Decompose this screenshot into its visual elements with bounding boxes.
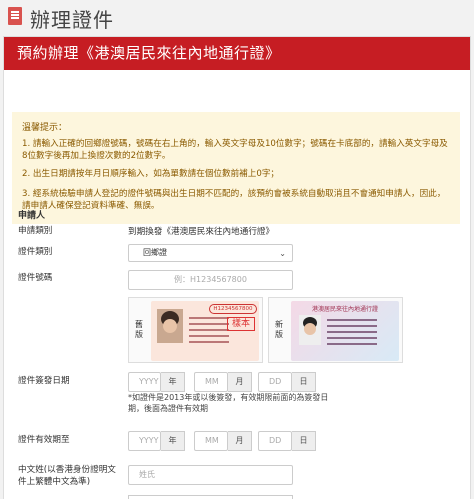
doc-number-label: 證件號碼 xyxy=(18,273,53,283)
issue-month-unit: 月 xyxy=(228,372,252,392)
expiry-month-input[interactable]: MM xyxy=(194,431,228,451)
new-card-title: 港澳居民來往內地通行證 xyxy=(311,306,378,313)
notice-title: 溫馨提示： xyxy=(22,123,68,133)
chinese-surname-placeholder: 姓氏 xyxy=(139,470,155,479)
doc-type-value: 回鄉證 xyxy=(143,248,167,257)
top-header: 辦理證件 xyxy=(0,0,474,34)
next-input-partial xyxy=(128,495,293,499)
expiry-year-unit: 年 xyxy=(161,431,185,451)
expiry-month-placeholder: MM xyxy=(205,436,219,445)
chinese-surname-input[interactable]: 姓氏 xyxy=(128,465,293,485)
sample-stamp: 樣本 xyxy=(227,317,255,331)
old-version-label: 舊版 xyxy=(135,320,143,339)
new-portrait-face xyxy=(304,323,316,335)
issue-day-input[interactable]: DD xyxy=(258,372,292,392)
apply-type-label: 申請類別 xyxy=(18,226,53,236)
issue-day-unit: 日 xyxy=(292,372,316,392)
old-card-text-lines xyxy=(189,317,229,319)
issue-year-input[interactable]: YYYY xyxy=(128,372,161,392)
applicant-section-title: 申請人 xyxy=(18,211,46,221)
new-card-sample: 新版 港澳居民來往內地通行證 xyxy=(268,297,403,363)
doc-number-input[interactable]: 例：H1234567800 xyxy=(128,270,293,290)
notice-item-1: 1. 請輸入正確的回鄉證號碼，號碼在右上角的，輸入英文字母及10位數字；號碼在卡… xyxy=(22,139,448,161)
issue-month-placeholder: MM xyxy=(205,377,219,386)
expiry-day-unit: 日 xyxy=(292,431,316,451)
portrait-face xyxy=(163,319,177,333)
expiry-month-unit: 月 xyxy=(228,431,252,451)
expiry-year-input[interactable]: YYYY xyxy=(128,431,161,451)
new-card-text-lines xyxy=(327,319,377,321)
new-version-label: 新版 xyxy=(275,320,283,339)
issue-month-input[interactable]: MM xyxy=(194,372,228,392)
old-card-number-highlight: H1234567800 xyxy=(209,304,257,314)
expiry-day-placeholder: DD xyxy=(269,436,282,445)
issue-date-hint: *如證件是2013年或以後簽發，有效期限前面的為簽發日期，後面為證件有效期 xyxy=(128,393,329,413)
chevron-down-icon: ⌄ xyxy=(279,249,286,258)
issue-day-placeholder: DD xyxy=(269,377,282,386)
expiry-year-placeholder: YYYY xyxy=(139,436,159,445)
issue-year-unit: 年 xyxy=(161,372,185,392)
page-title: 辦理證件 xyxy=(30,8,114,32)
expiry-date-label: 證件有效期至 xyxy=(18,435,70,445)
new-card-image: 港澳居民來往內地通行證 xyxy=(291,301,399,361)
old-card-image: H1234567800 樣本 xyxy=(151,301,259,361)
old-card-sample: 舊版 H1234567800 樣本 xyxy=(128,297,263,363)
appointment-panel: 預約辦理《港澳居民來往內地通行證》 xyxy=(3,36,471,499)
notice-item-2: 2. 出生日期請按年月日順序輸入，如為單數請在個位數前補上0字； xyxy=(22,169,280,179)
expiry-day-input[interactable]: DD xyxy=(258,431,292,451)
notice-item-3: 3. 經系統檢驗申請人登記的證件號碼與出生日期不匹配的，該預約會被系統自動取消且… xyxy=(22,189,446,211)
issue-year-placeholder: YYYY xyxy=(139,377,159,386)
issue-date-label: 證件簽發日期 xyxy=(18,376,70,386)
notice-box: 溫馨提示： 1. 請輸入正確的回鄉證號碼，號碼在右上角的，輸入英文字母及10位數… xyxy=(12,112,460,224)
chinese-name-label: 中文姓(以香港身份證明文件上繁體中文為準) xyxy=(18,465,116,487)
doc-type-label: 證件類別 xyxy=(18,247,53,257)
panel-title: 預約辦理《港澳居民來往內地通行證》 xyxy=(4,37,470,70)
apply-type-value: 到期換發《港澳居民來往內地通行證》 xyxy=(128,227,275,237)
doc-number-placeholder: 例：H1234567800 xyxy=(174,275,247,284)
doc-type-select[interactable]: 回鄉證 ⌄ xyxy=(128,244,293,262)
document-icon xyxy=(8,7,22,25)
